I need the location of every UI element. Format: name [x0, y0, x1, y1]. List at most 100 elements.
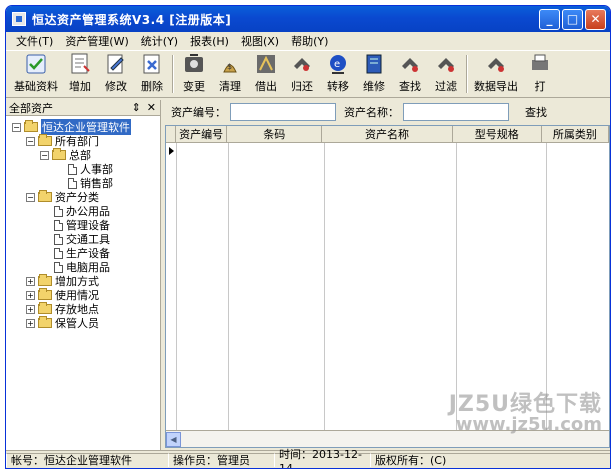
print-icon: [527, 51, 553, 77]
toolbar-return-button[interactable]: 归还: [284, 51, 320, 97]
watermark-url: www.jz5u.com: [455, 414, 602, 435]
tree-node-usage[interactable]: + 使用情况: [26, 288, 99, 302]
tree-node-root[interactable]: − 恒达企业管理软件: [12, 119, 131, 135]
tree-node-add-method[interactable]: + 增加方式: [26, 274, 99, 288]
collapse-icon[interactable]: −: [40, 150, 49, 160]
close-icon[interactable]: ✕: [147, 101, 156, 114]
find-button[interactable]: 查找: [525, 104, 547, 120]
current-row-marker-icon: [169, 147, 174, 155]
folder-open-icon: [38, 190, 52, 202]
find-icon: [397, 51, 423, 77]
asset-name-input[interactable]: [403, 103, 509, 121]
status-copyright: 版权所有：(C): [370, 452, 610, 467]
toolbar-find-button[interactable]: 查找: [392, 51, 428, 97]
tree-node-category[interactable]: 生产设备: [54, 246, 110, 260]
collapse-icon[interactable]: −: [26, 136, 35, 146]
clean-icon: $: [217, 51, 243, 77]
column-header[interactable]: 型号规格: [453, 126, 542, 142]
tree-node-category[interactable]: 交通工具: [54, 232, 110, 246]
tree-node-sales[interactable]: 销售部: [68, 176, 113, 190]
status-bar: 帐号：恒达企业管理软件 操作员：管理员 时间：2013-12-14 版权所有：(…: [6, 448, 610, 468]
asset-tree: − 恒达企业管理软件 − 所有部门 − 总部 人事部 销售部 − 资产分类 办公…: [6, 118, 160, 452]
toolbar-print-button[interactable]: 打: [522, 51, 558, 97]
folder-open-icon: [38, 134, 52, 146]
svg-text:e: e: [334, 59, 340, 70]
asset-tree-panel: 全部资产 ⇕ ✕ − 恒达企业管理软件 − 所有部门 − 总部 人事部 销售部 …: [6, 100, 161, 452]
tree-node-dept-group[interactable]: − 所有部门: [26, 134, 99, 148]
column-header[interactable]: 资产名称: [322, 126, 453, 142]
close-button[interactable]: ✕: [585, 8, 606, 30]
toolbar-edit-button[interactable]: 修改: [98, 51, 134, 97]
tree-panel-header: 全部资产 ⇕ ✕: [6, 100, 160, 116]
expand-icon[interactable]: +: [26, 290, 35, 300]
menu-help[interactable]: 帮助(Y): [285, 33, 334, 49]
column-header[interactable]: 条码: [227, 126, 323, 142]
tree-node-headquarters[interactable]: − 总部: [40, 148, 91, 162]
tree-node-category[interactable]: 电脑用品: [54, 260, 110, 274]
folder-open-icon: [24, 120, 38, 132]
toolbar-export-button[interactable]: 数据导出: [470, 51, 522, 97]
toolbar-change-button[interactable]: 变更: [176, 51, 212, 97]
tree-node-category-group[interactable]: − 资产分类: [26, 190, 99, 204]
status-operator: 操作员：管理员: [168, 452, 274, 467]
search-bar: 资产编号： 资产名称： 查找: [161, 100, 610, 124]
status-time: 时间：2013-12-14: [274, 448, 370, 468]
toolbar-add-button[interactable]: 增加: [62, 51, 98, 97]
menu-bar: 文件(T) 资产管理(W) 统计(Y) 报表(H) 视图(X) 帮助(Y): [6, 32, 610, 50]
document-icon: [54, 247, 63, 259]
folder-icon: [38, 316, 52, 328]
window-title: 恒达资产管理系统V3.4 [注册版本]: [32, 12, 232, 27]
column-header[interactable]: 资产编号: [176, 126, 228, 142]
svg-text:$: $: [227, 62, 232, 71]
repair-icon: [361, 51, 387, 77]
document-icon: [54, 233, 63, 245]
folder-icon: [38, 302, 52, 314]
toolbar-basic-data-button[interactable]: 基础资料: [10, 51, 62, 97]
delete-icon: [139, 51, 165, 77]
expand-icon[interactable]: +: [26, 304, 35, 314]
toolbar-clean-button[interactable]: $ 清理: [212, 51, 248, 97]
add-icon: [67, 51, 93, 77]
collapse-icon[interactable]: −: [26, 192, 35, 202]
menu-statistics[interactable]: 统计(Y): [135, 33, 184, 49]
tree-node-location[interactable]: + 存放地点: [26, 302, 99, 316]
menu-asset-management[interactable]: 资产管理(W): [59, 33, 134, 49]
scroll-left-icon[interactable]: ◀: [166, 431, 181, 447]
folder-icon: [38, 288, 52, 300]
minimize-button[interactable]: _: [539, 8, 560, 30]
toolbar-repair-button[interactable]: 维修: [356, 51, 392, 97]
tree-node-custodian[interactable]: + 保管人员: [26, 316, 99, 330]
expand-icon[interactable]: +: [26, 318, 35, 328]
menu-view[interactable]: 视图(X): [235, 33, 285, 49]
toolbar-transfer-button[interactable]: e 转移: [320, 51, 356, 97]
column-header[interactable]: 所属类别: [542, 126, 609, 142]
document-icon: [54, 219, 63, 231]
collapse-icon[interactable]: −: [12, 122, 21, 132]
document-icon: [68, 177, 77, 189]
menu-reports[interactable]: 报表(H): [184, 33, 235, 49]
status-account: 帐号：恒达企业管理软件: [6, 452, 168, 467]
toolbar-separator: [172, 55, 174, 93]
pin-icon[interactable]: ⇕: [132, 101, 141, 114]
tree-node-category[interactable]: 管理设备: [54, 218, 110, 232]
filter-icon: [433, 51, 459, 77]
asset-code-label: 资产编号：: [171, 106, 226, 119]
edit-icon: [103, 51, 129, 77]
folder-icon: [38, 274, 52, 286]
toolbar-filter-button[interactable]: 过滤: [428, 51, 464, 97]
document-icon: [68, 163, 77, 175]
menu-file[interactable]: 文件(T): [10, 33, 59, 49]
asset-code-input[interactable]: [230, 103, 336, 121]
tree-node-hr[interactable]: 人事部: [68, 162, 113, 176]
toolbar-delete-button[interactable]: 删除: [134, 51, 170, 97]
toolbar-lend-button[interactable]: 借出: [248, 51, 284, 97]
grid-header: 资产编号 条码 资产名称 型号规格 所属类别: [166, 126, 609, 143]
folder-open-icon: [52, 148, 66, 160]
expand-icon[interactable]: +: [26, 276, 35, 286]
toolbar: 基础资料 增加 修改 删除 变更 $ 清理 借出 归还 e 转移 维修 查找 过…: [6, 50, 610, 98]
transfer-icon: e: [325, 51, 351, 77]
tree-node-category[interactable]: 办公用品: [54, 204, 110, 218]
document-icon: [54, 261, 63, 273]
database-icon: [23, 51, 49, 77]
maximize-button[interactable]: □: [562, 8, 583, 30]
